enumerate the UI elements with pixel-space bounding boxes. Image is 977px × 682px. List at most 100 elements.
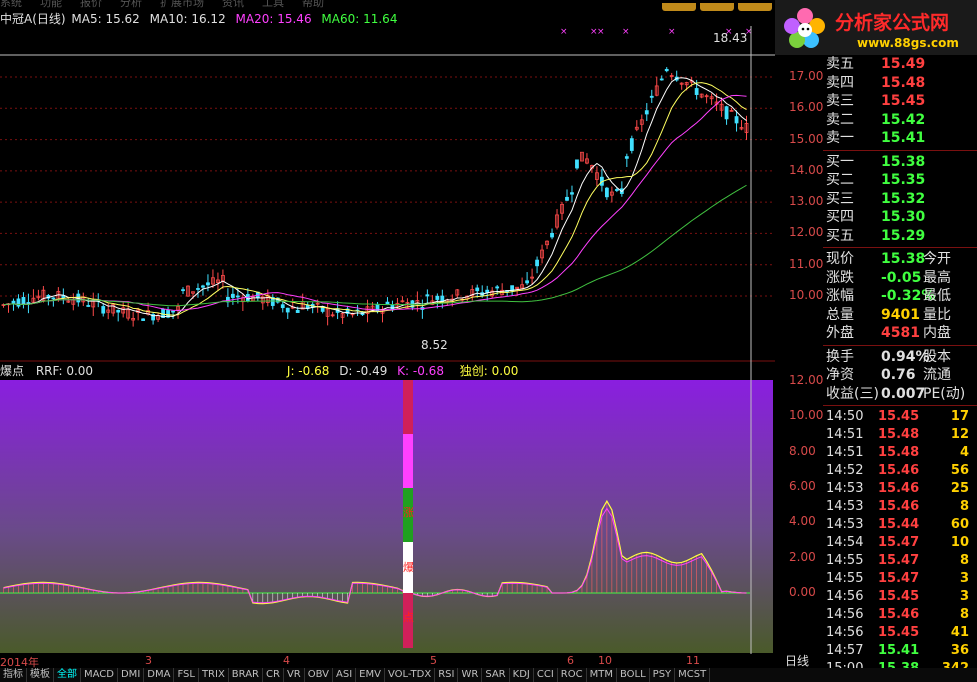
tab-DMI[interactable]: DMI [118,668,145,682]
bid-row-label: 买五 [826,227,854,244]
candle-body [649,95,654,98]
candle-body [659,78,664,81]
menu-item-5[interactable]: 资讯 [222,0,244,9]
tick-row: 14:54 15.47 10 [823,534,977,552]
tick-volume: 8 [959,553,969,568]
k-value: K: -0.68 [397,364,444,378]
tab-RSI[interactable]: RSI [435,668,459,682]
tick-row: 14:51 15.48 12 [823,426,977,444]
tab-FSL[interactable]: FSL [174,668,199,682]
tab-VR[interactable]: VR [284,668,305,682]
tick-volume: 12 [950,427,969,442]
tick-volume: 3 [959,571,969,586]
candle-body [724,106,729,120]
ask-row-value: 15.45 [881,93,926,109]
tab-VOL-TDX[interactable]: VOL-TDX [385,668,436,682]
tick-volume: 10 [950,535,969,550]
menu-item-6[interactable]: 工具 [262,0,284,9]
price-grid [0,76,775,297]
tab-WR[interactable]: WR [458,668,483,682]
indicator-tick: 0.00 [789,585,816,599]
candle-body [734,116,739,124]
tick-price: 15.47 [878,535,920,550]
date-tick: 5 [430,654,437,667]
ma20-label: MA20: 15.46 [235,12,312,26]
tab-BOLL[interactable]: BOLL [617,668,650,682]
tick-time: 14:53 [826,499,864,514]
high-price-label: 18.43 [713,31,747,45]
site-logo: 分析家公式网 www.88gs.com [775,0,977,55]
stat-row-label2: 内盘 [923,325,951,341]
tab-KDJ[interactable]: KDJ [510,668,534,682]
candle-body [86,305,91,307]
candle-body [604,187,609,198]
signal-bar-label: 涨 [403,506,414,519]
top-button-2[interactable] [700,3,734,11]
tick-price: 15.41 [878,643,920,658]
tab-OBV[interactable]: OBV [305,668,333,682]
tab-DMA[interactable]: DMA [144,668,175,682]
ma60-label: MA60: 11.64 [321,12,398,26]
candle-body [280,304,285,309]
indicator-tick: 6.00 [789,479,816,493]
tick-price: 15.45 [878,625,920,640]
stat2-row-value: 0.76 [881,367,916,383]
candle-body [16,298,21,307]
price-tick: 17.00 [789,69,824,83]
tick-time: 14:55 [826,553,864,568]
menu-item-1[interactable]: 功能 [40,0,62,9]
tab-MACD[interactable]: MACD [81,668,118,682]
tab-EMV[interactable]: EMV [356,668,385,682]
tick-volume: 3 [959,589,969,604]
menu-item-7[interactable]: 帮助 [302,0,324,9]
signal-marker: × [597,27,605,37]
stat2-row: 净资 0.76 流通 [823,366,977,385]
tab-TRIX[interactable]: TRIX [199,668,229,682]
tab-PSY[interactable]: PSY [650,668,676,682]
tab-指标[interactable]: 指标 [0,668,27,682]
chart-canvas[interactable]: × × × × × × × 涨爆点 18.43 8.52 [0,26,775,654]
tab-SAR[interactable]: SAR [482,668,510,682]
bid-row-value: 15.29 [881,227,926,244]
tab-BRAR[interactable]: BRAR [229,668,263,682]
tick-time: 14:53 [826,517,864,532]
tick-volume: 56 [950,463,969,478]
tab-ASI[interactable]: ASI [333,668,357,682]
menu-item-3[interactable]: 分析 [120,0,142,9]
bid-row-label: 买一 [826,153,854,170]
tick-price: 15.46 [878,463,920,478]
tick-row: 14:55 15.47 3 [823,570,977,588]
signal-bar-label: 爆 [403,560,414,574]
tab-ROC[interactable]: ROC [558,668,587,682]
tab-CR[interactable]: CR [263,668,284,682]
top-button-1[interactable] [662,3,696,11]
moving-averages: × × × × × × × [3,27,753,318]
price-tick: 16.00 [789,100,824,115]
signal-bar-segment [403,434,413,488]
top-button-3[interactable] [738,3,772,11]
period-label[interactable]: 日线 [785,652,809,669]
tick-volume: 17 [950,409,969,424]
bid-row: 买一 15.38 [823,153,977,172]
tab-全部[interactable]: 全部 [54,668,81,682]
quote-divider [823,149,977,151]
tick-row: 14:52 15.46 56 [823,462,977,480]
tick-time: 14:54 [826,535,864,550]
candle-body [550,232,554,238]
stat-row-value: -0.05 [881,269,922,286]
menu-item-2[interactable]: 报价 [80,0,102,9]
tab-模板[interactable]: 模板 [27,668,54,682]
candle-body [51,297,56,300]
tab-MTM[interactable]: MTM [587,668,617,682]
tab-CCI[interactable]: CCI [534,668,558,682]
indicator-tick: 8.00 [789,443,816,458]
ask-row-value: 15.49 [881,56,926,72]
menu-item-4[interactable]: 扩展市场 [160,0,204,9]
tab-MCST[interactable]: MCST [675,668,711,682]
candle-body [485,289,490,293]
candle-body [525,280,529,284]
tick-time: 14:56 [826,625,864,640]
bid-row: 买五 15.29 [823,227,977,246]
stat-row-label: 总量 [826,306,854,323]
menu-item-0[interactable]: 系统 [0,0,22,9]
